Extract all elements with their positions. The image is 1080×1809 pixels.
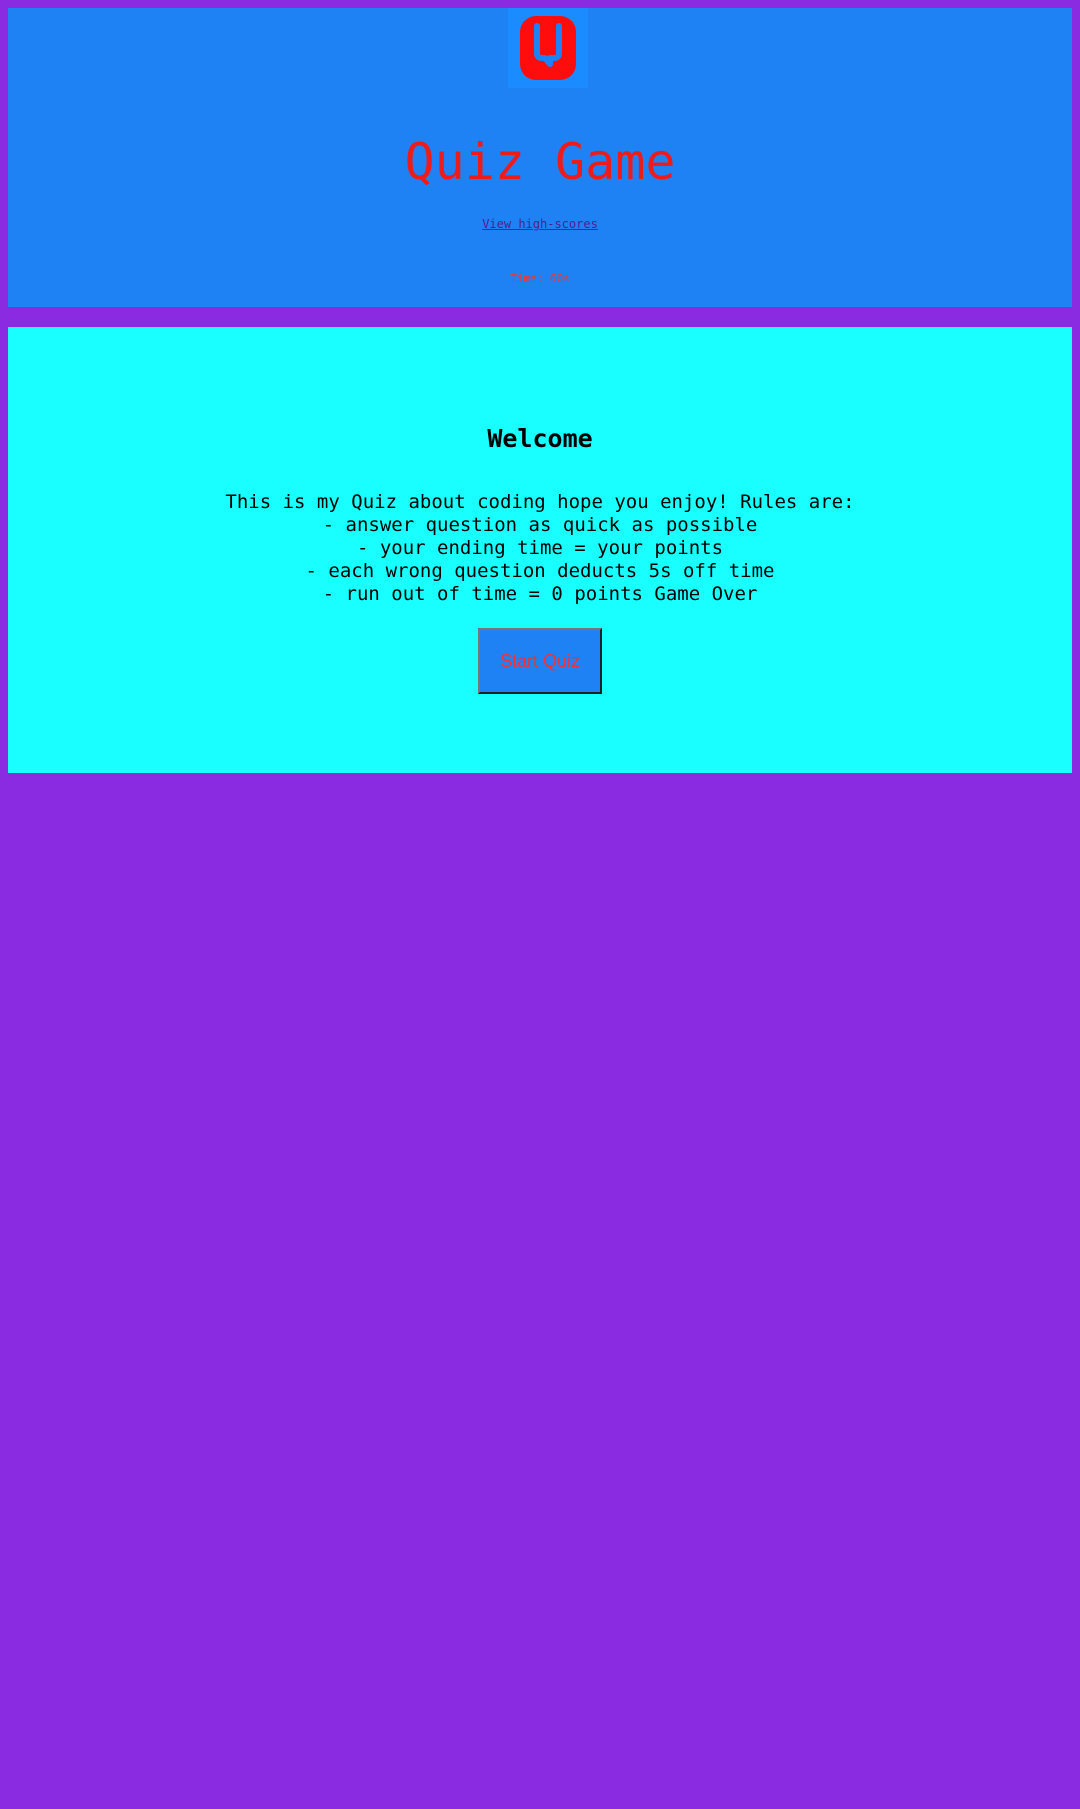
high-scores-link-row: View high-scores: [8, 216, 1072, 232]
start-quiz-button[interactable]: Start Quiz: [478, 628, 602, 694]
rules-line: - each wrong question deducts 5s off tim…: [305, 560, 775, 582]
quiz-logo-icon: [508, 8, 588, 88]
rules-line: - answer question as quick as possible: [322, 514, 758, 536]
rules-text: This is my Quiz about coding hope you en…: [8, 491, 1072, 606]
timer-display: Time: 60s: [510, 272, 570, 285]
page-title: Quiz Game: [404, 133, 676, 191]
welcome-panel: Welcome This is my Quiz about coding hop…: [8, 327, 1072, 773]
rules-line: - run out of time = 0 points Game Over: [322, 583, 758, 605]
welcome-heading: Welcome: [487, 424, 593, 453]
rules-line: - your ending time = your points: [356, 537, 724, 559]
view-high-scores-link[interactable]: View high-scores: [482, 217, 598, 231]
page-header: Quiz Game View high-scores Time: 60s: [8, 8, 1072, 307]
rules-line: This is my Quiz about coding hope you en…: [225, 491, 855, 513]
